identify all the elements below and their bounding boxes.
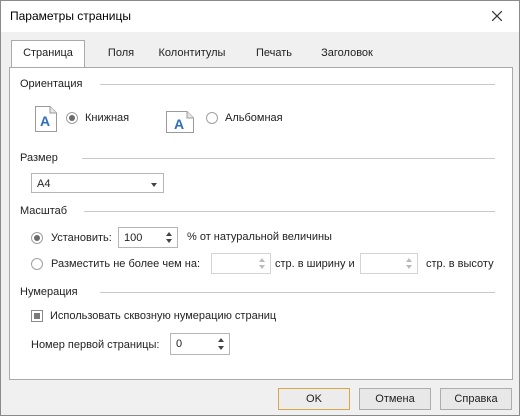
svg-text:A: A (40, 113, 50, 129)
continuous-numbering-label: Использовать сквозную нумерацию страниц (50, 310, 277, 322)
close-button[interactable] (485, 5, 509, 27)
help-button[interactable]: Справка (440, 388, 512, 410)
tab-title[interactable]: Заголовок (312, 42, 382, 64)
scale-heading: Масштаб (20, 205, 68, 217)
spin-down-icon[interactable] (406, 265, 412, 269)
landscape-page-icon: A (166, 111, 194, 133)
spin-up-icon[interactable] (259, 258, 265, 262)
continuous-numbering-checkbox[interactable] (31, 310, 43, 322)
title-bar: Параметры страницы (1, 1, 519, 32)
scale-fit-radio[interactable] (31, 258, 43, 270)
scale-set-label: Установить: (51, 232, 112, 244)
paper-size-value: A4 (37, 178, 51, 190)
fit-height-label: стр. в высоту (426, 258, 494, 270)
portrait-label: Книжная (85, 112, 130, 124)
chevron-down-icon (151, 183, 157, 187)
fit-height-spinner[interactable] (360, 253, 418, 274)
portrait-radio[interactable] (66, 112, 78, 124)
spin-down-icon[interactable] (166, 239, 172, 243)
tab-headers-footers[interactable]: Колонтитулы (151, 42, 233, 64)
paper-size-select[interactable]: A4 (31, 173, 164, 193)
first-page-number-spinner[interactable]: 0 (170, 333, 230, 355)
size-divider (82, 158, 495, 159)
spin-down-icon[interactable] (259, 265, 265, 269)
first-page-number-value: 0 (176, 338, 183, 350)
landscape-label: Альбомная (225, 112, 283, 124)
tab-panel-page: Ориентация A Книжная A Альбомная Размер … (9, 67, 513, 380)
tab-page[interactable]: Страница (11, 40, 85, 67)
orientation-divider (100, 84, 495, 85)
svg-text:A: A (174, 116, 184, 132)
scale-divider (84, 211, 495, 212)
fit-width-spinner[interactable] (211, 253, 271, 274)
size-heading: Размер (20, 152, 58, 164)
spin-up-icon[interactable] (218, 338, 224, 342)
scale-percent-spinner[interactable]: 100 (118, 227, 178, 248)
spin-up-icon[interactable] (406, 258, 412, 262)
spin-down-icon[interactable] (218, 346, 224, 350)
ok-button[interactable]: OK (278, 388, 350, 410)
scale-percent-value: 100 (124, 232, 143, 244)
cancel-button[interactable]: Отмена (359, 388, 431, 410)
landscape-radio[interactable] (206, 112, 218, 124)
portrait-page-icon: A (35, 106, 57, 132)
scale-fit-label: Разместить не более чем на: (51, 258, 201, 270)
window-title: Параметры страницы (10, 9, 131, 23)
spin-up-icon[interactable] (166, 232, 172, 236)
fit-width-label: стр. в ширину и (275, 258, 355, 270)
scale-set-radio[interactable] (31, 232, 43, 244)
tab-print[interactable]: Печать (248, 42, 300, 64)
numbering-heading: Нумерация (20, 286, 78, 298)
numbering-divider (100, 292, 495, 293)
close-icon (492, 11, 502, 21)
orientation-heading: Ориентация (20, 78, 83, 90)
first-page-number-label: Номер первой страницы: (31, 339, 160, 351)
scale-percent-label: % от натуральной величины (187, 231, 332, 243)
tab-strip: Страница Поля Колонтитулы Печать Заголов… (1, 32, 519, 68)
page-setup-dialog: Параметры страницы Страница Поля Колонти… (0, 0, 520, 416)
tab-margins[interactable]: Поля (101, 42, 141, 64)
